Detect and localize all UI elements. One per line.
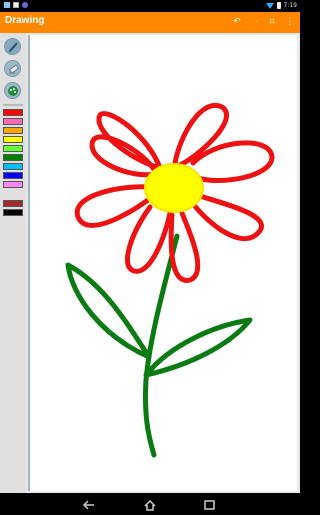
back-button[interactable]	[82, 496, 96, 510]
color-swatch[interactable]	[3, 109, 23, 116]
clear-icon: ⌗	[269, 17, 275, 27]
app-notification-icon	[4, 2, 10, 8]
action-bar: Drawing ↶ · ⌗ ⋮	[0, 12, 300, 33]
recents-button[interactable]	[203, 496, 217, 510]
circle-notification-icon	[22, 2, 28, 8]
tool-sidebar	[0, 33, 26, 493]
petal-bottom-right-stroke	[191, 192, 264, 242]
recents-icon	[204, 500, 215, 510]
wifi-icon	[265, 2, 274, 9]
color-swatch[interactable]	[3, 145, 23, 152]
toolbar-divider	[3, 104, 23, 106]
drawing-canvas[interactable]	[28, 35, 297, 491]
petal-bottom-left-stroke	[125, 204, 173, 274]
color-swatch[interactable]	[3, 118, 23, 125]
palette-icon	[8, 86, 18, 96]
system-icons: 7:19	[265, 2, 297, 9]
petal-top-stroke	[96, 111, 163, 171]
home-icon	[144, 499, 156, 511]
left-leaf-stroke	[65, 262, 152, 360]
color-swatch[interactable]	[3, 172, 23, 179]
home-button[interactable]	[143, 496, 157, 511]
battery-icon	[276, 2, 281, 9]
photo-notification-icon	[13, 2, 19, 8]
flower-drawing	[65, 102, 275, 458]
clock: 7:19	[283, 2, 297, 9]
color-palette-button[interactable]	[4, 82, 21, 99]
undo-icon: ↶	[233, 17, 241, 27]
color-swatch[interactable]	[3, 163, 23, 170]
pen-tool-button[interactable]	[4, 38, 21, 55]
pencil-icon	[8, 42, 18, 53]
eraser-icon	[8, 64, 20, 74]
flower-center	[144, 163, 204, 213]
eraser-tool-button[interactable]	[4, 60, 21, 77]
overflow-hint: ·	[250, 15, 264, 29]
notification-icons	[4, 2, 28, 8]
overflow-menu-icon: ⋮	[285, 17, 295, 27]
color-swatch[interactable]	[3, 154, 23, 161]
color-swatch[interactable]	[3, 136, 23, 143]
clear-button[interactable]: ⌗	[265, 15, 279, 29]
app-title: Drawing	[5, 15, 45, 26]
color-swatch[interactable]	[3, 127, 23, 134]
back-icon	[82, 500, 94, 510]
color-swatch[interactable]	[3, 209, 23, 216]
dots-icon: ·	[255, 17, 259, 27]
drawing-screen	[0, 33, 300, 493]
color-swatch[interactable]	[3, 181, 23, 188]
right-leaf-stroke	[143, 317, 253, 378]
navigation-bar	[0, 493, 300, 512]
menu-button[interactable]: ⋮	[283, 15, 297, 29]
color-swatch[interactable]	[3, 200, 23, 207]
status-bar: 7:19	[0, 0, 300, 12]
undo-button[interactable]: ↶	[230, 15, 244, 29]
